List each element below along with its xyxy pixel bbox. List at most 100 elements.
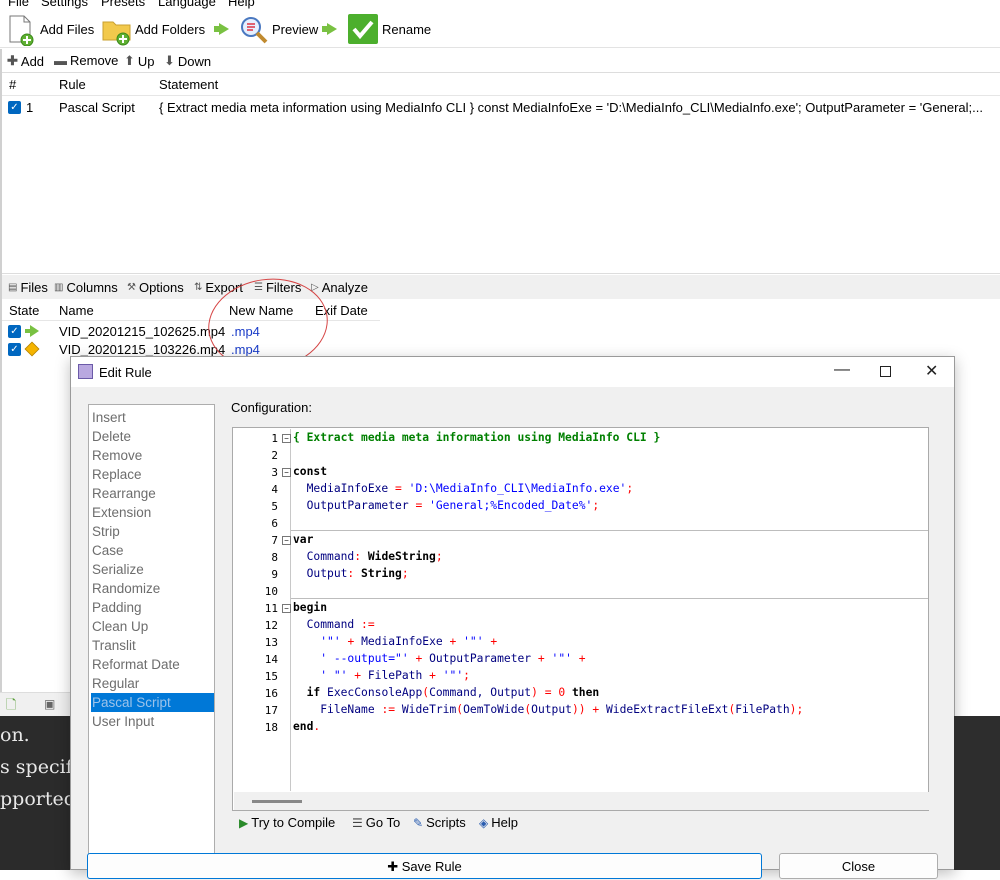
warning-icon xyxy=(24,341,40,357)
add-folders-button[interactable]: Add Folders xyxy=(101,12,205,46)
rename-button[interactable]: Rename xyxy=(348,12,431,46)
horizontal-scrollbar[interactable] xyxy=(234,792,929,810)
try-to-compile-button[interactable]: ▶ Try to Compile xyxy=(239,815,335,830)
code-number: 0 xyxy=(558,686,566,699)
code-keyword: then xyxy=(571,686,600,699)
col-header-state[interactable]: State xyxy=(9,303,39,318)
file-checkbox[interactable]: ✓ xyxy=(8,343,21,356)
rule-type-item[interactable]: Insert xyxy=(91,408,214,427)
add-file-icon[interactable]: 🗋 xyxy=(6,696,16,718)
code-identifier: Output xyxy=(306,567,348,580)
rule-type-item[interactable]: Replace xyxy=(91,465,214,484)
code-identifier: OutputParameter xyxy=(429,652,532,665)
code-line-16: if ExecConsoleApp(Command, Output) = 0 t… xyxy=(306,686,600,699)
rule-type-item[interactable]: Randomize xyxy=(91,579,214,598)
code-keyword: if xyxy=(306,686,321,699)
rule-type-item[interactable]: Strip xyxy=(91,522,214,541)
rule-type-item[interactable]: Reformat Date xyxy=(91,655,214,674)
rule-type-item[interactable]: Delete xyxy=(91,427,214,446)
scripts-button[interactable]: ✎ Scripts xyxy=(413,815,466,830)
menu-presets[interactable]: Presets xyxy=(101,0,145,9)
tab-analyze[interactable]: ▷ Analyze xyxy=(311,280,368,295)
code-keyword: var xyxy=(293,533,314,546)
close-button[interactable]: Close xyxy=(779,853,938,879)
maximize-icon[interactable] xyxy=(880,366,891,377)
code-keyword: begin xyxy=(293,601,328,614)
fold-toggle-icon[interactable]: − xyxy=(282,434,291,443)
col-header-statement[interactable]: Statement xyxy=(159,77,218,92)
add-rule-button[interactable]: ✚ Add xyxy=(7,53,44,69)
rule-checkbox[interactable]: ✓ xyxy=(8,101,21,114)
rule-type-item[interactable]: Serialize xyxy=(91,560,214,579)
rule-type-item[interactable]: Regular Expressions xyxy=(91,674,214,710)
minus-icon: ▬ xyxy=(54,53,67,68)
code-type: WideString xyxy=(367,550,436,563)
dialog-title-bar[interactable]: Edit Rule — ✕ xyxy=(71,357,954,387)
help-button[interactable]: ◈ Help xyxy=(479,815,518,830)
files-icon: ▤ xyxy=(8,282,18,293)
menu-settings[interactable]: Settings xyxy=(41,0,88,9)
tab-columns[interactable]: ▥ Columns xyxy=(54,280,118,295)
arrow-right-icon xyxy=(322,10,342,48)
move-down-button[interactable]: ⬇ Down xyxy=(164,53,211,69)
col-header-name[interactable]: Name xyxy=(59,303,94,318)
close-label: Close xyxy=(841,859,876,874)
add-rule-label: Add xyxy=(20,53,45,69)
checkmark-icon xyxy=(348,14,378,44)
code-identifier: Command xyxy=(306,618,355,631)
rule-type-item[interactable]: Padding xyxy=(91,598,214,617)
remove-rule-button[interactable]: ▬ Remove xyxy=(54,53,118,68)
save-rule-button[interactable]: ✚ Save Rule xyxy=(87,853,762,879)
col-header-num[interactable]: # xyxy=(9,77,16,92)
move-up-button[interactable]: ⬆ Up xyxy=(124,53,155,69)
code-string: ' --output="' xyxy=(320,652,409,665)
menu-file[interactable]: File xyxy=(8,0,29,9)
line-number: 1 xyxy=(271,432,278,445)
scrollbar-thumb[interactable] xyxy=(252,800,302,803)
line-number: 18 xyxy=(264,721,278,734)
add-files-button[interactable]: Add Files xyxy=(6,12,94,47)
rule-type-item[interactable]: Rearrange xyxy=(91,484,214,503)
code-line-12: Command := xyxy=(306,618,375,631)
block-separator xyxy=(291,598,928,599)
rule-type-item[interactable]: Translit xyxy=(91,636,214,655)
rule-type-item[interactable]: Clean Up xyxy=(91,617,214,636)
code-identifier: WideExtractFileExt xyxy=(606,703,729,716)
rule-type-item[interactable]: Case xyxy=(91,541,214,560)
rule-type-item[interactable]: Remove xyxy=(91,446,214,465)
tab-files[interactable]: ▤ Files xyxy=(8,280,48,295)
fold-toggle-icon[interactable]: − xyxy=(282,468,291,477)
menu-bar: File Settings Presets Language Help xyxy=(0,0,1000,10)
go-to-button[interactable]: ☰ Go To xyxy=(352,815,400,830)
rule-type-item[interactable]: Pascal Script xyxy=(91,693,214,712)
code-line-5: OutputParameter = 'General;%Encoded_Date… xyxy=(306,499,600,512)
file-name: VID_20201215_103226.mp4 xyxy=(59,342,226,357)
background-right-panel xyxy=(954,716,1000,870)
tab-options[interactable]: ⚒ Options xyxy=(127,280,184,295)
minimize-icon[interactable]: — xyxy=(834,361,850,379)
code-editor[interactable]: 1 2 3 4 5 6 7 8 9 10 11 12 13 14 15 16 17 18 − − − − { Extr… xyxy=(232,427,929,811)
code-identifier: OutputParameter xyxy=(306,499,409,512)
help-icon: ◈ xyxy=(479,815,489,830)
close-icon[interactable]: ✕ xyxy=(925,361,938,381)
rules-list-area[interactable] xyxy=(0,118,1000,274)
add-file-icon xyxy=(6,14,36,47)
tab-analyze-label: Analyze xyxy=(321,280,368,295)
code-line-8: Command: WideString; xyxy=(306,550,443,563)
table-row[interactable]: ✓ 1 Pascal Script { Extract media meta i… xyxy=(0,96,1000,118)
fold-toggle-icon[interactable]: − xyxy=(282,604,291,613)
code-identifier: FilePath xyxy=(367,669,423,682)
rule-type-item[interactable]: User Input xyxy=(91,712,214,731)
code-string: 'D:\MediaInfo_CLI\MediaInfo.exe' xyxy=(408,482,627,495)
line-number: 11 xyxy=(264,602,278,615)
code-string: '"' xyxy=(551,652,572,665)
menu-language[interactable]: Language xyxy=(158,0,216,9)
file-checkbox[interactable]: ✓ xyxy=(8,325,21,338)
menu-help[interactable]: Help xyxy=(228,0,255,9)
fold-toggle-icon[interactable]: − xyxy=(282,536,291,545)
line-number: 14 xyxy=(264,653,278,666)
rule-type-list[interactable]: Insert Delete Remove Replace Rearrange Extens… xyxy=(88,404,215,871)
preview-button[interactable]: Preview xyxy=(238,12,318,46)
col-header-rule[interactable]: Rule xyxy=(59,77,86,92)
rule-type-item[interactable]: Extension xyxy=(91,503,214,522)
